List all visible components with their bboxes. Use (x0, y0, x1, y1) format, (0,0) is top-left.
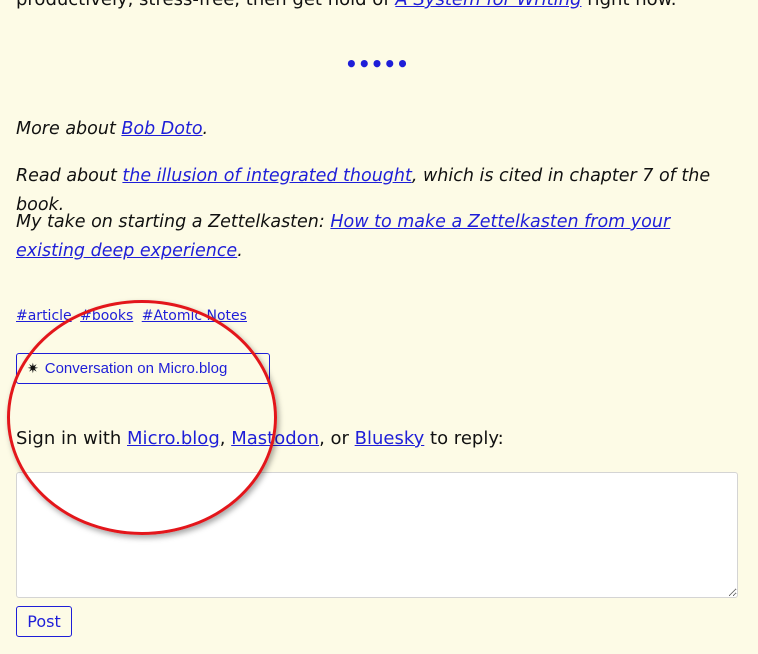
mastodon-signin-link[interactable]: Mastodon (231, 428, 319, 449)
reply-textarea[interactable] (16, 472, 738, 598)
more-about-line: More about Bob Doto. (16, 115, 738, 144)
tag-atomic-notes[interactable]: #Atomic Notes (142, 308, 247, 324)
signin-sep1: , (219, 428, 232, 449)
illusion-link[interactable]: the illusion of integrated thought (122, 166, 411, 186)
tag-list: #article #books #Atomic Notes (16, 308, 251, 324)
tag-books[interactable]: #books (80, 308, 133, 324)
sign-in-line: Sign in with Micro.blog, Mastodon, or Bl… (16, 425, 504, 453)
conversation-label: Conversation on Micro.blog (44, 360, 228, 377)
take-prefix: My take on starting a Zettelkasten: (16, 212, 331, 232)
intro-suffix: right now. (582, 0, 676, 10)
bluesky-signin-link[interactable]: Bluesky (355, 428, 425, 449)
sparkle-icon: ✷ (27, 360, 39, 376)
system-for-writing-link[interactable]: A System for Writing (395, 0, 581, 10)
intro-text: productively, stress-free, then get hold… (16, 0, 395, 10)
post-button[interactable]: Post (16, 606, 72, 637)
microblog-signin-link[interactable]: Micro.blog (127, 428, 220, 449)
signin-prefix: Sign in with (16, 428, 128, 449)
more-suffix: . (202, 119, 209, 139)
read-prefix: Read about (16, 166, 123, 186)
bob-doto-link[interactable]: Bob Doto (121, 119, 202, 139)
signin-suffix: to reply: (424, 428, 504, 449)
my-take-line: My take on starting a Zettelkasten: How … (16, 208, 738, 266)
section-separator: ••••• (345, 52, 409, 76)
tag-article[interactable]: #article (16, 308, 72, 324)
signin-sep2: , or (319, 428, 355, 449)
intro-line: productively, stress-free, then get hold… (16, 0, 746, 12)
more-prefix: More about (16, 119, 122, 139)
take-suffix: . (237, 241, 243, 261)
conversation-button[interactable]: ✷ Conversation on Micro.blog (16, 353, 270, 384)
